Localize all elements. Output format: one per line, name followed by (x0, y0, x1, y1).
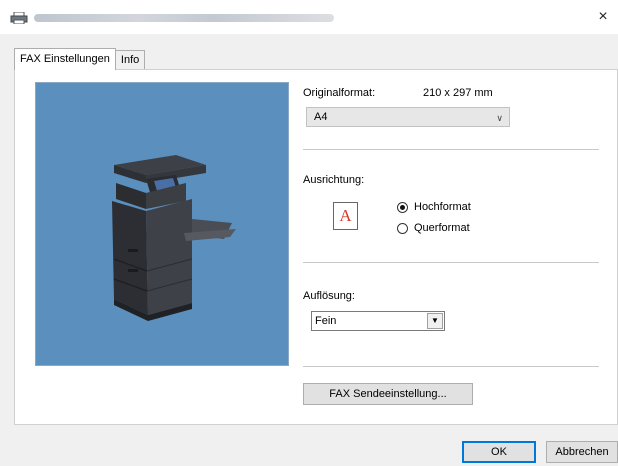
radio-unchecked-icon (397, 222, 408, 234)
tab-strip: FAX Einstellungen Info (14, 48, 146, 70)
chevron-down-icon: ∨ (496, 113, 503, 123)
original-format-select[interactable]: A4 ∨ (306, 107, 510, 127)
printer-image (112, 155, 236, 321)
divider (303, 366, 599, 367)
radio-querformat[interactable]: Querformat (397, 222, 470, 234)
printer-preview (35, 82, 289, 366)
tab-fax-settings[interactable]: FAX Einstellungen (14, 48, 116, 70)
resolution-label: Auflösung: (303, 290, 355, 302)
printer-icon (10, 12, 28, 24)
fax-send-settings-button[interactable]: FAX Sendeeinstellung... (303, 383, 473, 405)
original-format-label: Originalformat: (303, 87, 376, 99)
portrait-orientation-icon: A (333, 202, 358, 230)
resolution-select[interactable]: Fein ▼ (311, 311, 445, 331)
original-format-value: A4 (314, 111, 328, 123)
radio-querformat-label: Querformat (414, 222, 470, 234)
resolution-value: Fein (315, 315, 337, 327)
dropdown-arrow-icon: ▼ (427, 313, 443, 329)
original-format-size: 210 x 297 mm (423, 87, 493, 99)
radio-hochformat-label: Hochformat (414, 201, 471, 213)
close-button[interactable]: × (592, 8, 614, 26)
title-bar: × (0, 0, 618, 34)
ok-button[interactable]: OK (462, 441, 536, 463)
divider (303, 262, 599, 263)
orientation-label: Ausrichtung: (303, 174, 365, 186)
tab-panel: Originalformat: 210 x 297 mm A4 ∨ Ausric… (14, 69, 618, 425)
tab-info[interactable]: Info (114, 50, 146, 70)
radio-hochformat[interactable]: Hochformat (397, 201, 471, 213)
window-title-obscured (34, 14, 334, 22)
divider (303, 149, 599, 150)
radio-checked-icon (397, 201, 408, 213)
cancel-button[interactable]: Abbrechen (546, 441, 618, 463)
